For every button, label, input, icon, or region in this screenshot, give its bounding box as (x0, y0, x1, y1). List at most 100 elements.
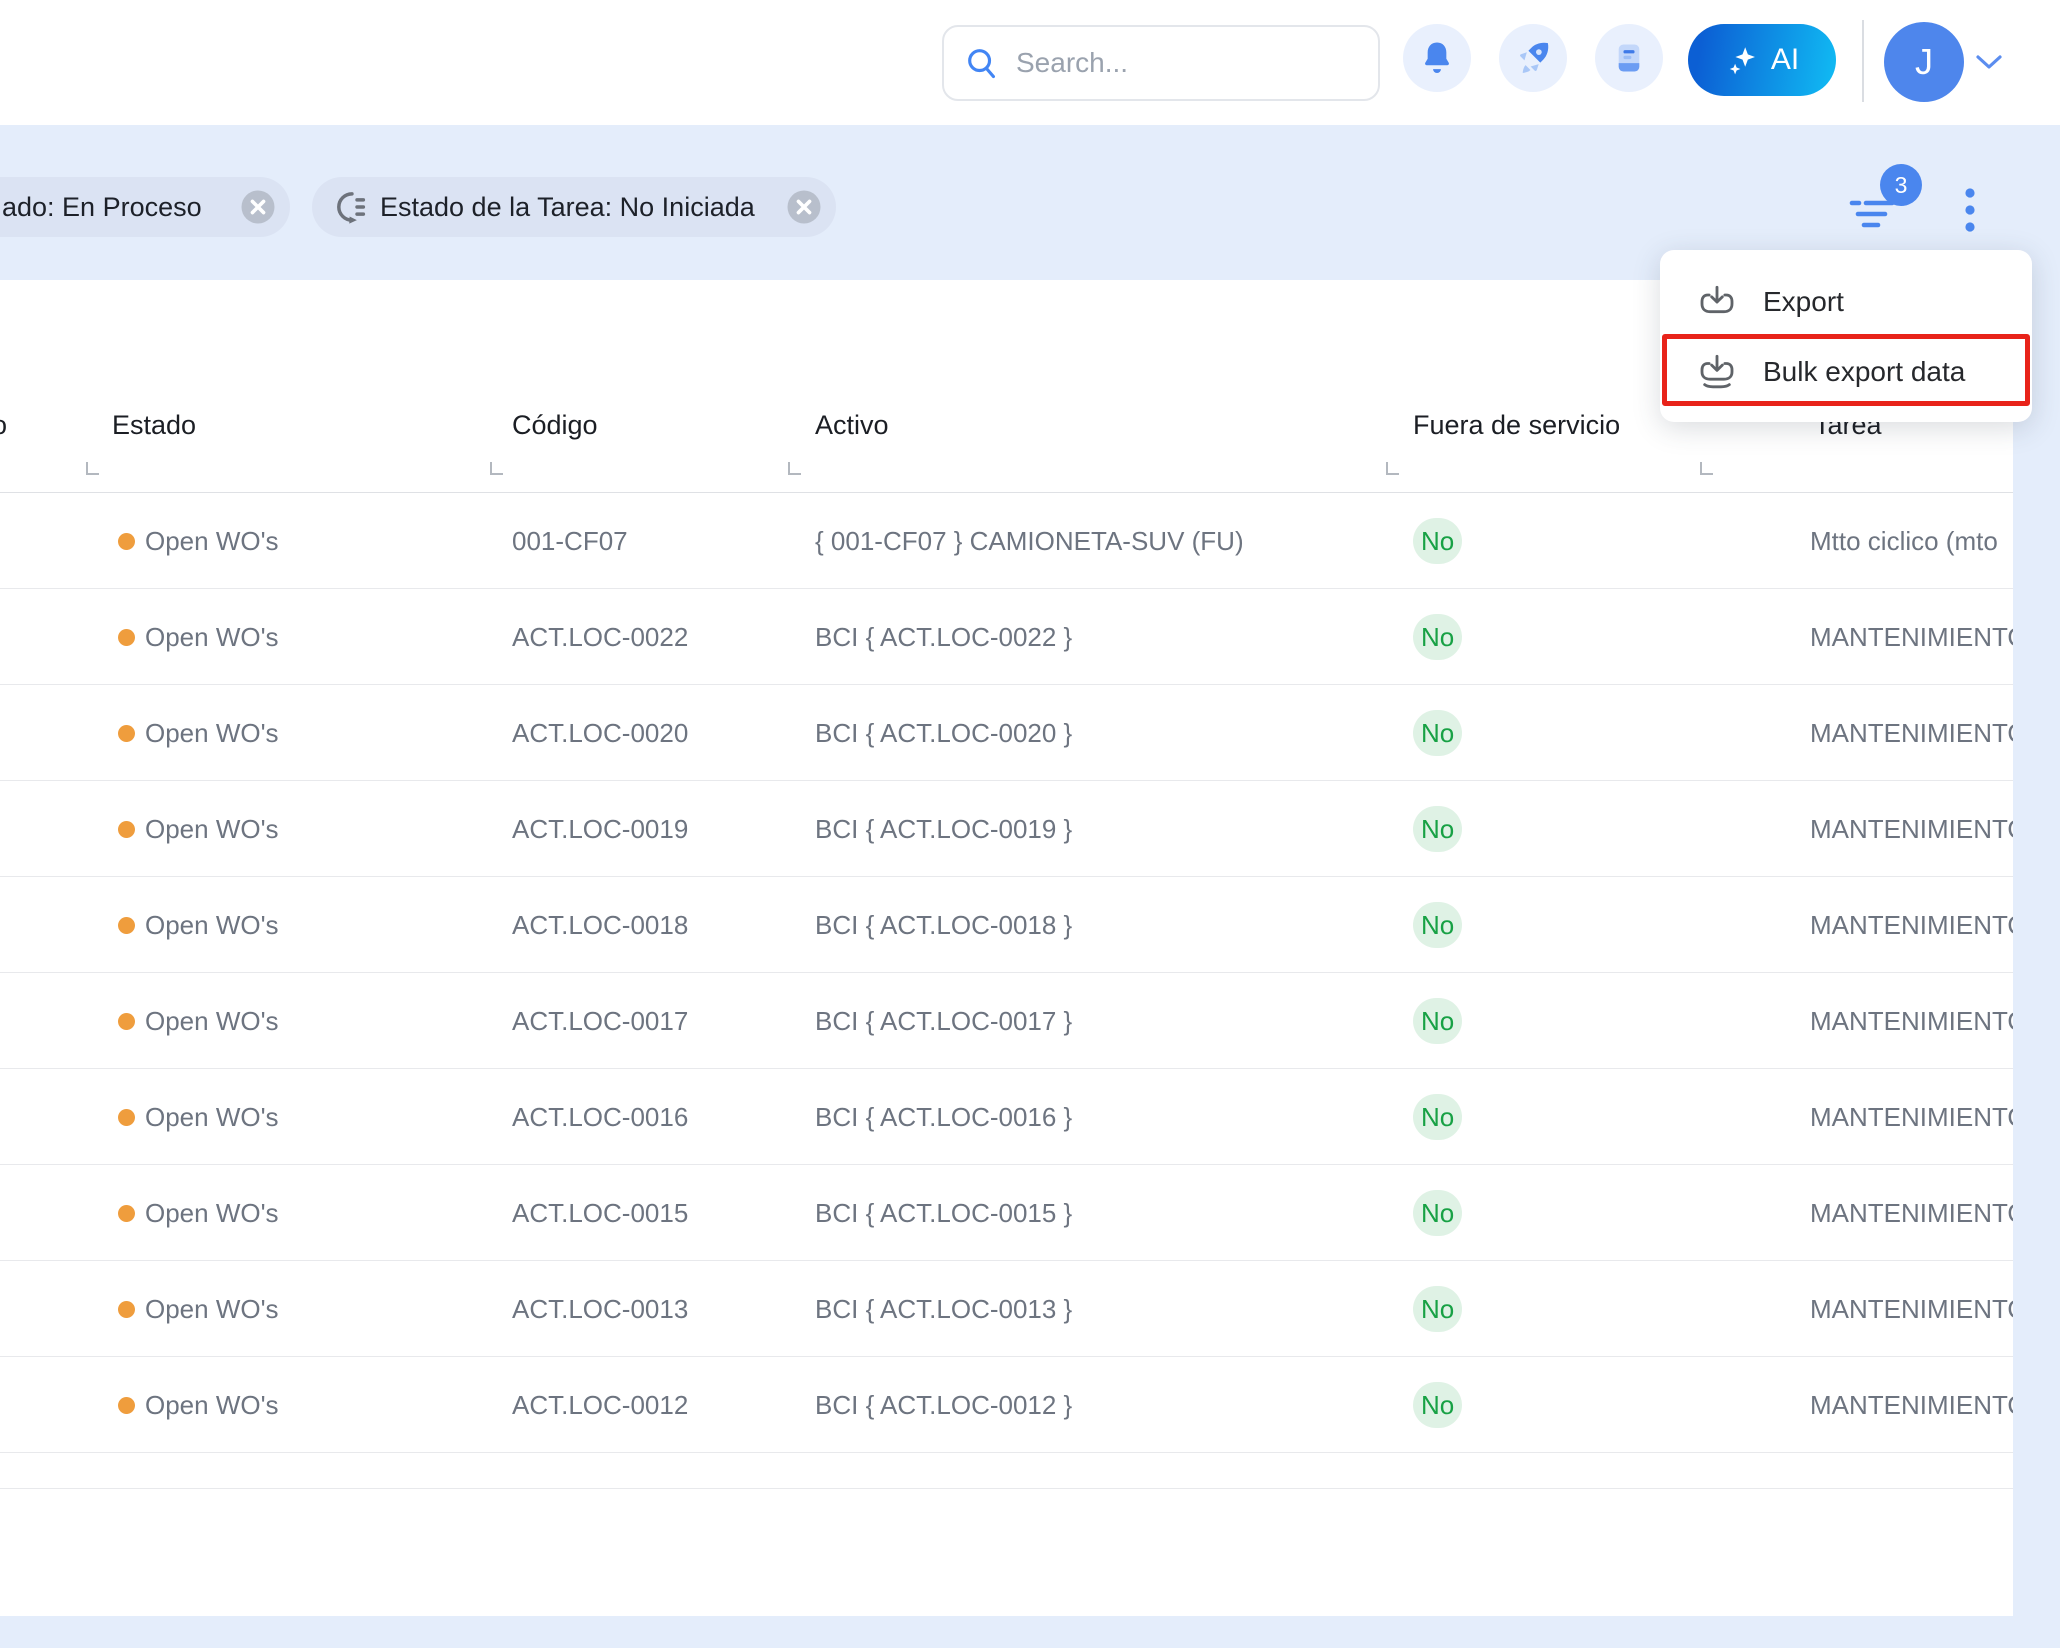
menu-item-label: Bulk export data (1763, 356, 1965, 388)
knowledge-base-button[interactable] (1595, 24, 1663, 92)
cell-estado: Open WO's (145, 1357, 279, 1453)
export-dropdown-menu: Export Bulk export data (1660, 250, 2032, 422)
column-resize-handle-icon[interactable] (86, 462, 99, 475)
filter-chip-label: ado: En Proceso (2, 192, 202, 223)
cell-activo: BCI { ACT.LOC-0018 } (815, 877, 1072, 973)
app-screen: AI J ado: En Proceso Estado de la Tarea:… (0, 0, 2060, 1648)
cell-codigo: ACT.LOC-0020 (512, 685, 688, 781)
menu-item-export[interactable]: Export (1660, 266, 2032, 338)
status-dot-icon (118, 1205, 135, 1222)
column-resize-handle-icon[interactable] (788, 462, 801, 475)
cell-codigo: ACT.LOC-0017 (512, 973, 688, 1069)
table-row[interactable]: Open WO's ACT.LOC-0019 BCI { ACT.LOC-001… (0, 781, 2013, 877)
out-of-service-badge: No (1413, 1190, 1462, 1236)
cell-codigo: ACT.LOC-0012 (512, 1357, 688, 1453)
table-row[interactable]: Open WO's ACT.LOC-0018 BCI { ACT.LOC-001… (0, 877, 2013, 973)
avatar-initial: J (1915, 41, 1933, 83)
ai-assistant-button[interactable]: AI (1688, 24, 1836, 96)
cell-tarea: MANTENIMIENTO (1810, 877, 2013, 973)
notifications-button[interactable] (1403, 24, 1471, 92)
table-row[interactable]: Open WO's 001-CF07 { 001-CF07 } CAMIONET… (0, 493, 2013, 589)
cell-estado: Open WO's (145, 1165, 279, 1261)
status-dot-icon (118, 917, 135, 934)
whats-new-button[interactable] (1499, 24, 1567, 92)
cell-activo: { 001-CF07 } CAMIONETA-SUV (FU) (815, 493, 1244, 589)
filter-chip-estado-en-proceso[interactable]: ado: En Proceso (0, 177, 290, 237)
cell-codigo: ACT.LOC-0018 (512, 877, 688, 973)
menu-item-bulk-export-data[interactable]: Bulk export data (1660, 336, 2032, 408)
user-menu-chevron-icon[interactable] (1974, 54, 2004, 77)
column-resize-handle-icon[interactable] (1700, 462, 1713, 475)
cell-tarea: Mtto ciclico (mto (1810, 493, 2013, 589)
status-dot-icon (118, 1301, 135, 1318)
out-of-service-badge: No (1413, 1094, 1462, 1140)
out-of-service-badge: No (1413, 998, 1462, 1044)
topbar-divider (1862, 20, 1864, 102)
table-row[interactable]: Open WO's ACT.LOC-0022 BCI { ACT.LOC-002… (0, 589, 2013, 685)
remove-filter-icon[interactable] (786, 189, 822, 225)
filter-chip-label: Estado de la Tarea: No Iniciada (380, 192, 755, 223)
book-icon (1610, 39, 1648, 77)
table-row[interactable]: Open WO's ACT.LOC-0017 BCI { ACT.LOC-001… (0, 973, 2013, 1069)
search-icon (964, 45, 1000, 81)
cell-activo: BCI { ACT.LOC-0022 } (815, 589, 1072, 685)
cell-estado: Open WO's (145, 589, 279, 685)
out-of-service-badge: No (1413, 1382, 1462, 1428)
cell-activo: BCI { ACT.LOC-0015 } (815, 1165, 1072, 1261)
download-icon (1697, 282, 1737, 322)
column-resize-handle-icon[interactable] (1386, 462, 1399, 475)
cell-codigo: ACT.LOC-0015 (512, 1165, 688, 1261)
status-dot-icon (118, 629, 135, 646)
column-header-activo[interactable]: Activo (815, 410, 889, 441)
ai-label: AI (1771, 43, 1799, 77)
table-row[interactable]: Open WO's ACT.LOC-0015 BCI { ACT.LOC-001… (0, 1165, 2013, 1261)
cell-estado: Open WO's (145, 493, 279, 589)
bell-icon (1418, 39, 1456, 77)
status-dot-icon (118, 1397, 135, 1414)
cell-codigo: 001-CF07 (512, 493, 628, 589)
out-of-service-badge: No (1413, 518, 1462, 564)
column-header-clipped[interactable]: o (0, 410, 7, 441)
table-row[interactable]: Open WO's ACT.LOC-0012 BCI { ACT.LOC-001… (0, 1357, 2013, 1453)
cell-estado: Open WO's (145, 781, 279, 877)
cell-activo: BCI { ACT.LOC-0017 } (815, 973, 1072, 1069)
remove-filter-icon[interactable] (240, 189, 276, 225)
table-footer-row (0, 1453, 2013, 1489)
cell-activo: BCI { ACT.LOC-0020 } (815, 685, 1072, 781)
user-avatar[interactable]: J (1884, 22, 1964, 102)
out-of-service-badge: No (1413, 806, 1462, 852)
rocket-icon (1514, 39, 1552, 77)
column-header-fuera-de-servicio[interactable]: Fuera de servicio (1413, 410, 1620, 441)
status-dot-icon (118, 533, 135, 550)
search-box[interactable] (942, 25, 1380, 101)
cell-tarea: MANTENIMIENTO (1810, 589, 2013, 685)
cell-tarea: MANTENIMIENTO (1810, 781, 2013, 877)
cell-estado: Open WO's (145, 1069, 279, 1165)
cell-tarea: MANTENIMIENTO (1810, 1165, 2013, 1261)
cell-estado: Open WO's (145, 877, 279, 973)
active-filters-count-badge: 3 (1880, 164, 1922, 206)
column-header-codigo[interactable]: Código (512, 410, 598, 441)
more-options-button[interactable] (1958, 184, 1982, 236)
cell-codigo: ACT.LOC-0019 (512, 781, 688, 877)
bulk-download-icon (1697, 352, 1737, 392)
table-row[interactable]: Open WO's ACT.LOC-0016 BCI { ACT.LOC-001… (0, 1069, 2013, 1165)
cell-tarea: MANTENIMIENTO (1810, 1357, 2013, 1453)
out-of-service-badge: No (1413, 614, 1462, 660)
out-of-service-badge: No (1413, 710, 1462, 756)
task-status-icon (329, 188, 367, 226)
status-dot-icon (118, 1109, 135, 1126)
table-row[interactable]: Open WO's ACT.LOC-0020 BCI { ACT.LOC-002… (0, 685, 2013, 781)
table-row[interactable]: Open WO's ACT.LOC-0013 BCI { ACT.LOC-001… (0, 1261, 2013, 1357)
cell-tarea: MANTENIMIENTO (1810, 1261, 2013, 1357)
column-header-estado[interactable]: Estado (112, 410, 196, 441)
cell-activo: BCI { ACT.LOC-0019 } (815, 781, 1072, 877)
search-input[interactable] (1016, 47, 1378, 79)
work-orders-table: o Estado Código Activo Fuera de servicio… (0, 280, 2013, 1616)
cell-estado: Open WO's (145, 1261, 279, 1357)
cell-estado: Open WO's (145, 685, 279, 781)
column-resize-handle-icon[interactable] (490, 462, 503, 475)
cell-tarea: MANTENIMIENTO (1810, 973, 2013, 1069)
filter-chip-estado-tarea-no-iniciada[interactable]: Estado de la Tarea: No Iniciada (312, 177, 836, 237)
cell-activo: BCI { ACT.LOC-0012 } (815, 1357, 1072, 1453)
